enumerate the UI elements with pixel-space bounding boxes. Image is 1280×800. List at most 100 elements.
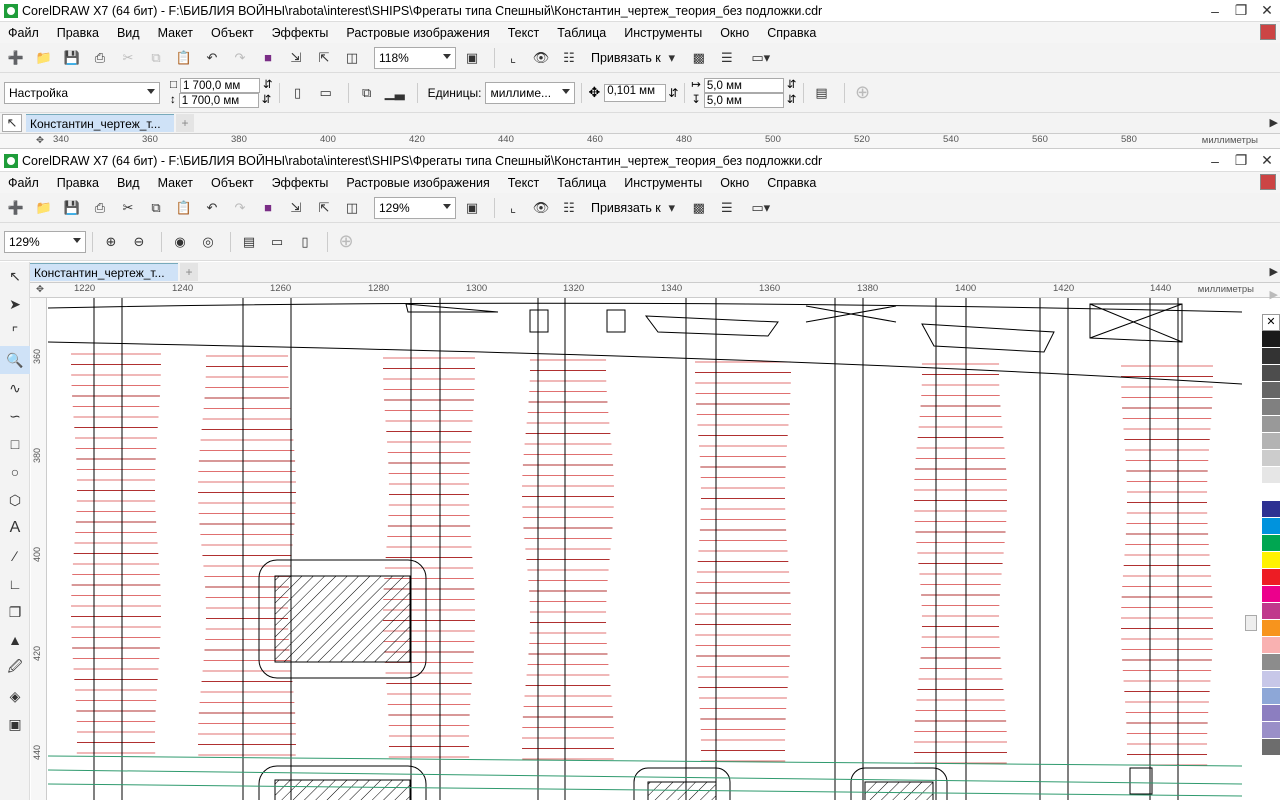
landscape-icon[interactable]: ▭ [314,82,338,104]
color-swatch[interactable] [1262,518,1280,535]
add-icon[interactable]: ⊕ [334,231,358,253]
crop-tool-icon[interactable]: ⌜ [0,318,30,346]
cut-icon[interactable]: ✂ [116,197,140,219]
zoom-tool-icon[interactable]: 🔍 [0,346,30,374]
color-swatch[interactable] [1262,603,1280,620]
pick-tool-icon[interactable]: ↖ [0,262,30,290]
scroll-right-icon[interactable]: ▶ [1270,265,1278,278]
dup-x-field[interactable]: 5,0 мм [703,77,784,93]
drawing-canvas[interactable] [48,298,1242,800]
color-swatch[interactable] [1262,467,1280,484]
zoom-selected-icon[interactable]: ◉ [168,231,192,253]
print-icon[interactable]: ⎙ [88,197,112,219]
view-icon[interactable]: 👁 [529,197,553,219]
restore-button[interactable]: ❐ [1228,152,1254,169]
undo-icon[interactable]: ↶ [200,197,224,219]
menu-bitmaps[interactable]: Растровые изображения [337,26,498,40]
color-swatch[interactable] [1262,365,1280,382]
paste-icon[interactable]: 📋 [172,47,196,69]
menu-layout[interactable]: Макет [149,26,202,40]
menu-file[interactable]: Файл [0,26,48,40]
copy-icon[interactable]: ⧉ [144,47,168,69]
zoom-in-icon[interactable]: ⊕ [99,231,123,253]
import-icon[interactable]: ⇲ [284,47,308,69]
print-icon[interactable]: ⎙ [88,47,112,69]
rulers-icon[interactable]: ⌞ [501,197,525,219]
eyedropper-icon[interactable]: 🖉 [0,654,30,682]
color-swatch[interactable] [1262,722,1280,739]
color-swatch[interactable] [1262,535,1280,552]
options-icon[interactable]: ▩ [687,197,711,219]
snap-to-menu[interactable]: Привязать к [591,51,661,65]
treat-as-filled-icon[interactable]: ▤ [810,82,834,104]
export-icon[interactable]: ⇱ [312,197,336,219]
color-swatch[interactable] [1262,484,1280,501]
menu-edit[interactable]: Правка [48,176,108,190]
pdf-icon[interactable]: ◫ [340,197,364,219]
undo-icon[interactable]: ↶ [200,47,224,69]
color-swatch[interactable] [1262,416,1280,433]
close-button[interactable]: ✕ [1254,152,1280,169]
zoom-width-icon[interactable]: ▭ [265,231,289,253]
restore-button[interactable]: ❐ [1228,2,1254,19]
color-swatch[interactable] [1262,331,1280,348]
page-preset-combo[interactable]: Настройка [4,81,160,104]
full-screen-icon[interactable]: ▣ [460,197,484,219]
flyout-arrow-icon[interactable]: ▶ [1270,288,1278,301]
color-swatch[interactable] [1262,501,1280,518]
color-swatch[interactable] [1262,382,1280,399]
menu-bitmaps[interactable]: Растровые изображения [337,176,498,190]
menu-table[interactable]: Таблица [548,26,615,40]
artistic-media-icon[interactable]: ∽ [0,402,30,430]
menu-table[interactable]: Таблица [548,176,615,190]
save-icon[interactable]: 💾 [60,197,84,219]
spin-icon[interactable]: ⇵ [263,78,273,93]
menu-object[interactable]: Объект [202,26,263,40]
corel-connect-icon[interactable]: ■ [256,47,280,69]
menu-file[interactable]: Файл [0,176,48,190]
text-tool-icon[interactable]: A [0,514,30,542]
menu-text[interactable]: Текст [499,26,548,40]
add-tab-icon[interactable]: + [176,114,194,132]
nudge-distance-field[interactable]: 0,101 мм [604,83,667,102]
polygon-tool-icon[interactable]: ⬡ [0,486,30,514]
menu-view[interactable]: Вид [108,26,149,40]
scrollbar-thumb[interactable] [1245,615,1257,631]
open-icon[interactable]: 📁 [32,197,56,219]
color-swatch[interactable] [1262,586,1280,603]
color-swatch[interactable] [1262,620,1280,637]
color-swatch[interactable] [1262,450,1280,467]
menu-view[interactable]: Вид [108,176,149,190]
menu-object[interactable]: Объект [202,176,263,190]
pdf-icon[interactable]: ◫ [340,47,364,69]
color-swatch[interactable] [1262,654,1280,671]
menu-tools[interactable]: Инструменты [615,26,711,40]
portrait-icon[interactable]: ▯ [286,82,310,104]
menu-window[interactable]: Окно [711,26,758,40]
units-combo[interactable]: миллиме... [485,81,576,104]
rulers-icon[interactable]: ⌞ [501,47,525,69]
menu-edit[interactable]: Правка [48,26,108,40]
zoom-height-icon[interactable]: ▯ [293,231,317,253]
menu-effects[interactable]: Эффекты [263,176,338,190]
all-pages-icon[interactable]: ⧉ [355,82,379,104]
zoom-all-icon[interactable]: ◎ [196,231,220,253]
chevron-down-icon[interactable]: ▾ [667,197,677,219]
ruler-origin-icon[interactable]: ✥ [36,135,44,146]
grid-icon[interactable]: ☷ [557,47,581,69]
dup-y-field[interactable]: 5,0 мм [703,92,784,108]
menu-layout[interactable]: Макет [149,176,202,190]
minimize-button[interactable]: – [1202,153,1228,169]
menu-help[interactable]: Справка [758,26,825,40]
color-swatch[interactable] [1262,399,1280,416]
zoom-level-combo[interactable]: 118% [374,46,456,69]
snap-to-menu[interactable]: Привязать к [591,201,661,215]
copy-icon[interactable]: ⧉ [144,197,168,219]
zoom-page-icon[interactable]: ▤ [237,231,261,253]
drop-shadow-icon[interactable]: ❐ [0,598,30,626]
menu-effects[interactable]: Эффекты [263,26,338,40]
new-icon[interactable]: ➕ [4,197,28,219]
spin-icon[interactable]: ⇵ [668,86,678,100]
paste-icon[interactable]: 📋 [172,197,196,219]
ellipse-tool-icon[interactable]: ○ [0,458,30,486]
